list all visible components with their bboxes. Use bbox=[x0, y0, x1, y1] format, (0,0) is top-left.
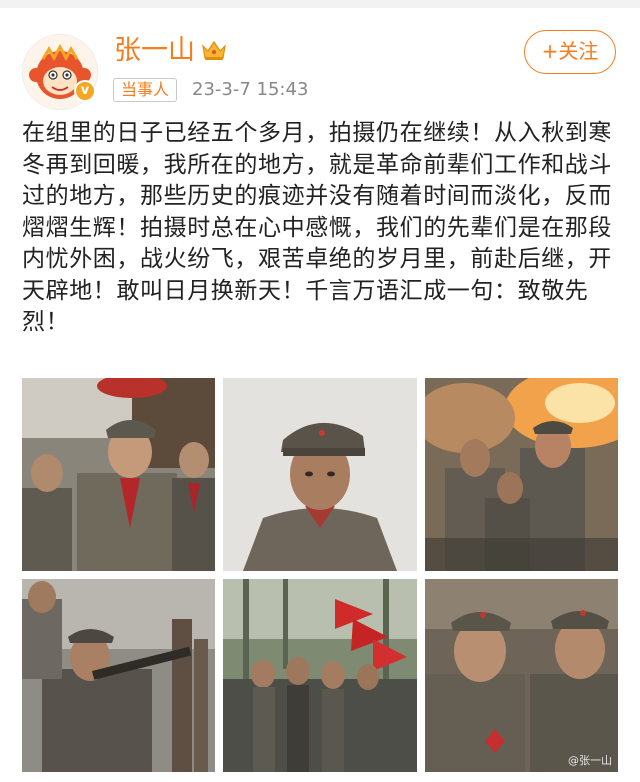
photo-battle-explosion-icon bbox=[425, 378, 618, 571]
follow-button[interactable]: +关注 bbox=[524, 30, 616, 74]
photo-watermark: @张一山 bbox=[568, 754, 612, 767]
top-divider bbox=[0, 0, 640, 8]
verified-badge-icon: v bbox=[74, 80, 96, 102]
role-badge: 当事人 bbox=[113, 78, 178, 102]
photo-4[interactable] bbox=[22, 579, 215, 772]
photo-two-soldiers-icon bbox=[425, 579, 618, 772]
photo-soldier-aiming-icon bbox=[22, 579, 215, 772]
photo-1[interactable] bbox=[22, 378, 215, 571]
photo-troops-flags-icon bbox=[223, 579, 417, 772]
photo-soldier-portrait-icon bbox=[223, 378, 417, 571]
user-name[interactable]: 张一山 bbox=[114, 34, 195, 68]
photo-3[interactable] bbox=[425, 378, 618, 571]
crown-icon bbox=[202, 40, 226, 60]
post-text: 在组里的日子已经五个多月，拍摄仍在继续！从入秋到寒冬再到回暖，我所在的地方，就是… bbox=[22, 120, 612, 335]
photo-soldiers-marching-icon bbox=[22, 378, 215, 571]
photo-2[interactable] bbox=[223, 378, 417, 571]
photo-6[interactable]: @张一山 bbox=[425, 579, 618, 772]
photo-5[interactable] bbox=[223, 579, 417, 772]
post-timestamp: 23-3-7 15:43 bbox=[192, 79, 309, 100]
